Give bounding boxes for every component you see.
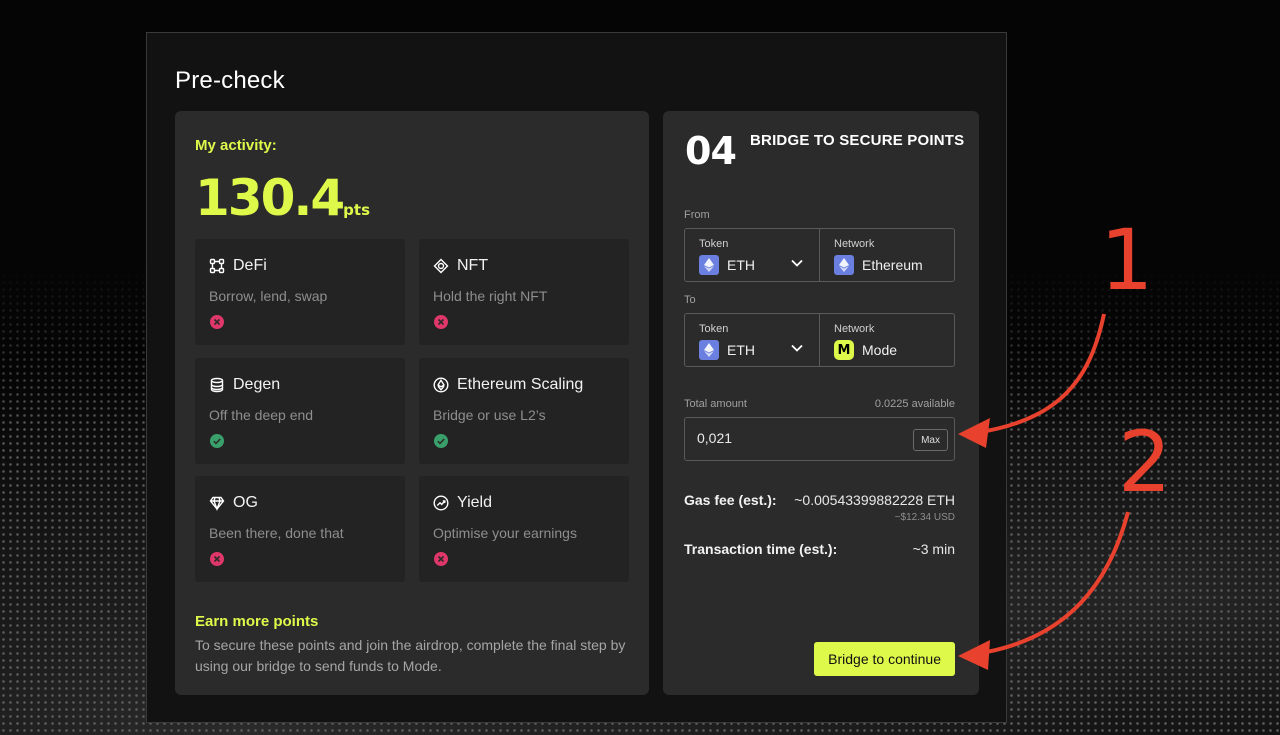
status-fail-icon (210, 552, 224, 566)
card-degen: Degen Off the deep end (195, 358, 405, 464)
card-title: OG (233, 494, 258, 511)
step-number: 04 (685, 129, 737, 173)
gas-fee-value: ~0.00543399882228 ETH (794, 492, 955, 508)
pre-check-modal: Pre-check My activity: 130.4pts DeFi Bor… (146, 32, 1007, 723)
status-pass-icon (210, 434, 224, 448)
amount-header: Total amount 0.0225 available (684, 398, 955, 410)
diamond-icon (209, 496, 225, 511)
bridge-to-continue-button[interactable]: Bridge to continue (814, 642, 955, 676)
from-network: Network Ethereum (819, 229, 954, 281)
activity-score: 130.4pts (195, 169, 370, 227)
chevron-down-icon[interactable] (791, 344, 803, 352)
nft-icon (433, 258, 449, 274)
card-title: Ethereum Scaling (457, 376, 584, 393)
activity-label: My activity: (195, 137, 277, 154)
chevron-down-icon[interactable] (791, 259, 803, 267)
status-fail-icon (434, 552, 448, 566)
card-ethereum-scaling: Ethereum Scaling Bridge or use L2’s (419, 358, 629, 464)
to-network: Network M Mode (819, 314, 954, 366)
bridge-panel: 04 BRIDGE TO SECURE POINTS From Token ET… (663, 111, 979, 695)
transaction-time-value: ~3 min (912, 541, 955, 557)
card-title: NFT (457, 257, 489, 274)
annotation-number-1: 1 (1100, 211, 1154, 309)
eth-token-icon (699, 255, 719, 275)
yield-icon (433, 495, 449, 511)
from-selector: Token ETH Network Ethereum (684, 228, 955, 282)
to-label: To (684, 294, 696, 306)
coins-icon (210, 377, 224, 393)
card-title: Degen (233, 376, 281, 393)
eth-token-icon (699, 340, 719, 360)
activity-score-unit: pts (343, 201, 370, 219)
amount-available: 0.0225 available (874, 398, 955, 410)
from-network-value: Ethereum (862, 257, 923, 273)
card-desc: Been there, done that (209, 525, 344, 541)
max-button[interactable]: Max (913, 429, 948, 451)
status-fail-icon (210, 315, 224, 329)
network-label: Network (834, 323, 875, 335)
ethereum-network-icon (834, 255, 854, 275)
status-fail-icon (434, 315, 448, 329)
network-label: Network (834, 238, 875, 250)
modal-title: Pre-check (175, 67, 285, 94)
step-title: BRIDGE TO SECURE POINTS (750, 132, 965, 149)
ethereum-icon (433, 377, 449, 393)
card-desc: Optimise your earnings (433, 525, 577, 541)
defi-icon (209, 258, 225, 274)
card-yield: Yield Optimise your earnings (419, 476, 629, 582)
to-token-value: ETH (727, 342, 755, 358)
earn-more-title: Earn more points (195, 613, 319, 630)
activity-panel: My activity: 130.4pts DeFi Borrow, lend,… (175, 111, 649, 695)
card-desc: Hold the right NFT (433, 288, 548, 304)
card-nft: NFT Hold the right NFT (419, 239, 629, 345)
annotation-number-2: 2 (1118, 413, 1172, 511)
card-title: Yield (457, 494, 492, 511)
mode-network-icon: M (834, 340, 854, 360)
card-defi: DeFi Borrow, lend, swap (195, 239, 405, 345)
card-desc: Borrow, lend, swap (209, 288, 328, 304)
from-token-select[interactable]: Token ETH (685, 229, 819, 281)
card-og: OG Been there, done that (195, 476, 405, 582)
token-label: Token (699, 238, 729, 250)
to-selector: Token ETH Network M Mode (684, 313, 955, 367)
status-pass-icon (434, 434, 448, 448)
amount-input[interactable] (697, 430, 897, 446)
to-network-value: Mode (862, 342, 898, 358)
card-desc: Bridge or use L2’s (433, 407, 546, 423)
transaction-time-label: Transaction time (est.): (684, 541, 838, 557)
card-title: DeFi (233, 257, 267, 274)
gas-fee-label: Gas fee (est.): (684, 492, 777, 508)
from-token-value: ETH (727, 257, 755, 273)
from-label: From (684, 209, 710, 221)
amount-label: Total amount (684, 398, 747, 410)
amount-field: Max (684, 417, 955, 461)
gas-fee-usd: ~$12.34 USD (894, 512, 955, 523)
to-token-select[interactable]: Token ETH (685, 314, 819, 366)
card-desc: Off the deep end (209, 407, 314, 423)
activity-score-value: 130.4 (195, 169, 345, 227)
token-label: Token (699, 323, 729, 335)
earn-more-text: To secure these points and join the aird… (195, 637, 626, 674)
